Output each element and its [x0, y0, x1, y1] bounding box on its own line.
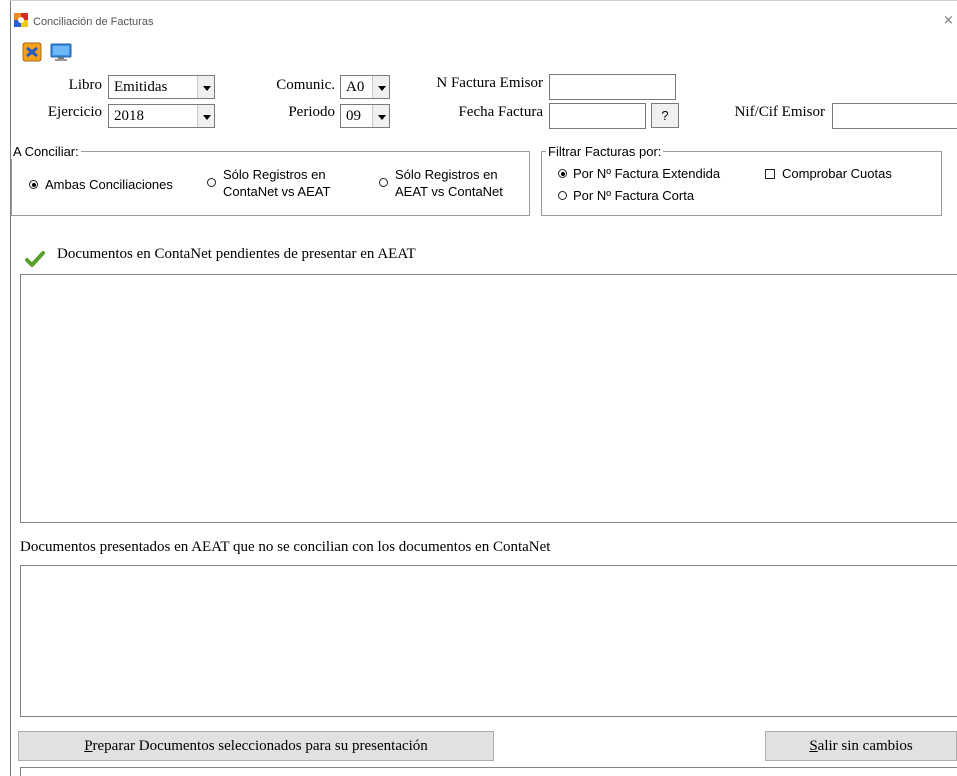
fecha-picker-button[interactable]: ? [651, 103, 679, 128]
aeat-vs-contanet-line1: Sólo Registros en [395, 167, 498, 182]
aeat-vs-contanet-line2: AEAT vs ContaNet [395, 184, 503, 199]
aeat-vs-contanet-label[interactable]: Sólo Registros en AEAT vs ContaNet [395, 166, 503, 200]
status-panel [20, 767, 957, 776]
chevron-down-icon[interactable] [197, 76, 214, 98]
fecha-label: Fecha Factura [458, 104, 543, 120]
factura-corta-label[interactable]: Por Nº Factura Corta [573, 187, 694, 204]
nfactura-label: N Factura Emisor [436, 75, 543, 91]
exit-mnemonic: S [809, 738, 818, 754]
contanet-vs-aeat-line1: Sólo Registros en [223, 167, 326, 182]
unmatched-docs-label: Documentos presentados en AEAT que no se… [20, 539, 551, 555]
libro-value: Emitidas [114, 79, 168, 95]
chevron-down-icon[interactable] [372, 76, 389, 98]
comprobar-cuotas-checkbox[interactable] [765, 169, 775, 179]
libro-select[interactable]: Emitidas [108, 75, 215, 99]
chevron-down-icon[interactable] [197, 105, 214, 127]
exit-button[interactable]: Salir sin cambios [765, 731, 957, 761]
nif-label: Nif/Cif Emisor [734, 104, 825, 120]
ejercicio-label: Ejercicio [47, 104, 102, 120]
factura-extendida-label[interactable]: Por Nº Factura Extendida [573, 165, 720, 182]
ambas-label[interactable]: Ambas Conciliaciones [45, 176, 173, 193]
refresh-icon[interactable] [22, 42, 42, 62]
pending-docs-label: Documentos en ContaNet pendientes de pre… [57, 246, 416, 262]
exit-button-label: alir sin cambios [817, 738, 913, 754]
window-title: Conciliación de Facturas [33, 16, 154, 28]
ambas-radio[interactable] [29, 180, 38, 189]
pending-docs-list[interactable] [20, 274, 957, 523]
aeat-vs-contanet-radio[interactable] [379, 178, 388, 187]
periodo-select[interactable]: 09 [340, 104, 390, 128]
prepare-docs-button[interactable]: Preparar Documentos seleccionados para s… [18, 731, 494, 761]
factura-corta-radio[interactable] [558, 191, 567, 200]
window-top-border [10, 0, 957, 1]
contanet-vs-aeat-line2: ContaNet vs AEAT [223, 184, 331, 199]
factura-extendida-radio[interactable] [558, 169, 567, 178]
monitor-icon[interactable] [50, 42, 72, 62]
checkmark-icon [25, 251, 45, 267]
nif-input[interactable] [832, 103, 957, 129]
filtrar-group [541, 151, 942, 216]
comunic-value: A0 [346, 79, 365, 95]
libro-label: Libro [68, 77, 102, 93]
unmatched-docs-list[interactable] [20, 565, 957, 717]
periodo-value: 09 [346, 108, 361, 124]
prepare-mnemonic: P [84, 738, 93, 754]
ejercicio-value: 2018 [114, 108, 144, 124]
comunic-select[interactable]: A0 [340, 75, 390, 99]
fecha-input[interactable] [549, 103, 646, 129]
filtrar-title: Filtrar Facturas por: [546, 144, 664, 159]
comprobar-cuotas-label[interactable]: Comprobar Cuotas [782, 165, 892, 182]
app-logo-icon [14, 13, 28, 27]
chevron-down-icon[interactable] [372, 105, 389, 127]
close-icon[interactable]: × [943, 13, 954, 28]
prepare-button-label: reparar Documentos seleccionados para su… [92, 738, 428, 754]
periodo-label: Periodo [288, 104, 335, 120]
a-conciliar-title: A Conciliar: [11, 144, 81, 159]
ejercicio-select[interactable]: 2018 [108, 104, 215, 128]
window-edge [10, 0, 11, 776]
contanet-vs-aeat-label[interactable]: Sólo Registros en ContaNet vs AEAT [223, 166, 330, 200]
nfactura-input[interactable] [549, 74, 676, 100]
contanet-vs-aeat-radio[interactable] [207, 178, 216, 187]
comunic-label: Comunic. [276, 77, 335, 93]
